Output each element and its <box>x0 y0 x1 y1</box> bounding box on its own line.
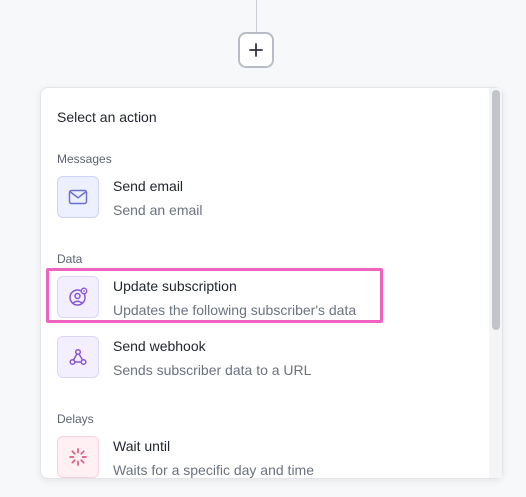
webhook-icon <box>57 336 99 378</box>
action-picker-panel: Select an action Messages Send email Sen… <box>40 87 503 479</box>
connector-line <box>256 0 257 34</box>
section-label-delays: Delays <box>57 412 94 426</box>
user-gear-icon <box>57 276 99 318</box>
scrollbar-thumb[interactable] <box>492 90 500 330</box>
mail-icon <box>57 176 99 218</box>
add-step-button[interactable] <box>238 32 274 68</box>
action-title: Wait until <box>113 438 171 454</box>
action-wait-until[interactable]: Wait until Waits for a specific day and … <box>57 436 477 478</box>
action-send-webhook[interactable]: Send webhook Sends subscriber data to a … <box>57 336 477 382</box>
plus-icon <box>249 43 263 57</box>
action-title: Send webhook <box>113 338 206 354</box>
action-description: Waits for a specific day and time <box>113 462 315 478</box>
action-update-subscription[interactable]: Update subscription Updates the followin… <box>57 276 477 322</box>
panel-title: Select an action <box>57 109 157 125</box>
action-send-email[interactable]: Send email Send an email <box>57 176 477 222</box>
action-title: Send email <box>113 178 184 194</box>
action-description: Updates the following subscriber's data <box>113 302 357 318</box>
loading-spinner-icon <box>57 436 99 478</box>
section-label-data: Data <box>57 252 83 266</box>
section-label-messages: Messages <box>57 152 112 166</box>
action-description: Sends subscriber data to a URL <box>113 362 312 378</box>
action-title: Update subscription <box>113 278 237 294</box>
action-description: Send an email <box>113 202 203 218</box>
